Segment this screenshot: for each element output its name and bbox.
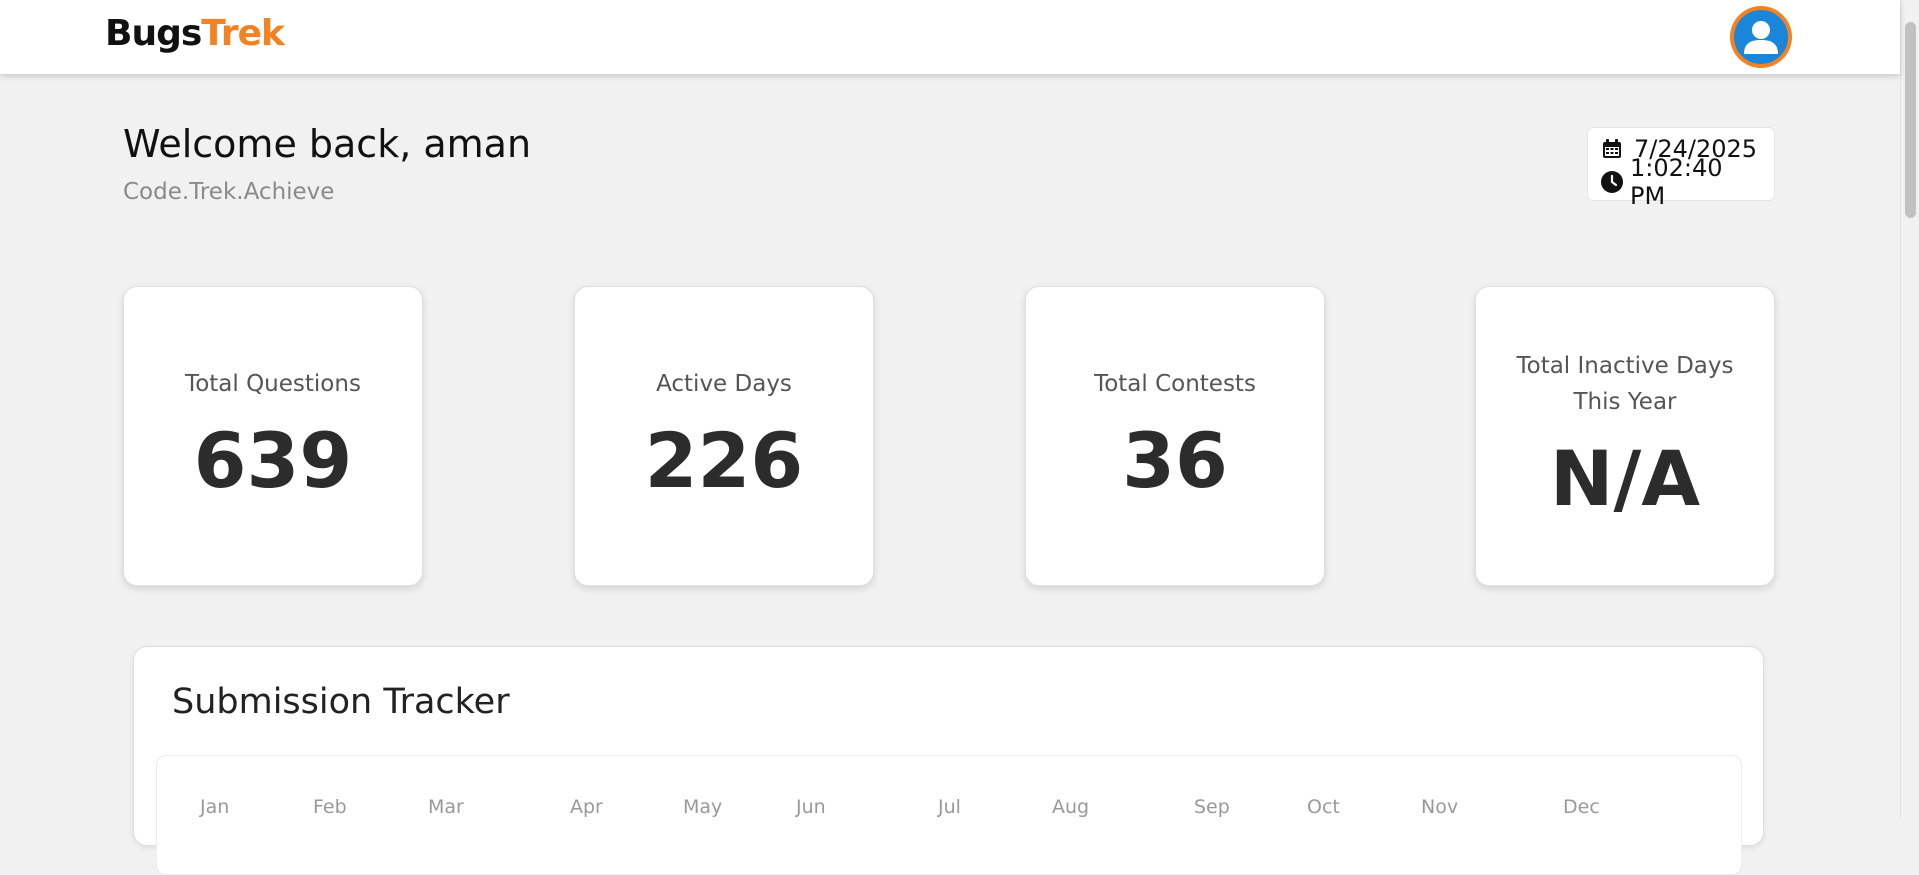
month-label: Mar <box>428 796 464 818</box>
stat-card-inactive-days: Total Inactive Days This Year N/A <box>1475 286 1775 586</box>
stat-value: 226 <box>644 416 804 505</box>
stat-card-total-questions: Total Questions 639 <box>123 286 423 586</box>
time-row: 1:02:40 PM <box>1600 154 1762 210</box>
current-time: 1:02:40 PM <box>1630 153 1723 210</box>
month-label: Apr <box>570 796 603 818</box>
clock-icon <box>1601 170 1623 193</box>
month-label: Oct <box>1307 796 1340 818</box>
month-label: Nov <box>1421 796 1459 818</box>
welcome-heading: Welcome back, aman <box>123 122 532 166</box>
month-label: Feb <box>313 796 347 818</box>
scrollbar-thumb[interactable] <box>1905 22 1916 218</box>
tagline-text: Code.Trek.Achieve <box>123 179 335 205</box>
month-label: Jul <box>938 796 961 818</box>
month-label: Jun <box>796 796 826 818</box>
stat-card-total-contests: Total Contests 36 <box>1025 286 1325 586</box>
stat-value: N/A <box>1549 434 1701 523</box>
stat-label: Total Inactive Days This Year <box>1516 353 1734 415</box>
stat-card-active-days: Active Days 226 <box>574 286 874 586</box>
stat-label: Total Questions <box>185 371 361 397</box>
logo-text-bugs: Bugs <box>105 13 202 54</box>
logo-text-trek: Trek <box>201 13 285 54</box>
stat-value: 639 <box>193 416 353 505</box>
month-label: Sep <box>1194 796 1230 818</box>
month-label: Jan <box>200 796 230 818</box>
submission-heatmap: Jan Feb Mar Apr May Jun Jul Aug Sep Oct … <box>156 755 1742 875</box>
datetime-widget: 7/24/2025 1:02:40 PM <box>1587 127 1775 210</box>
month-label: May <box>683 796 723 818</box>
user-avatar-icon <box>1734 10 1788 64</box>
bugstrek-logo[interactable]: BugsTrek <box>105 13 285 54</box>
page-scrollbar[interactable] <box>1900 0 1919 818</box>
top-navbar: BugsTrek <box>0 0 1900 74</box>
submission-tracker-panel: Submission Tracker Jan Feb Mar Apr May J… <box>133 646 1764 875</box>
stat-label: Total Contests <box>1094 371 1256 397</box>
tracker-title: Submission Tracker <box>172 682 510 722</box>
stat-label: Active Days <box>656 371 792 397</box>
calendar-icon <box>1603 138 1621 158</box>
profile-avatar-button[interactable] <box>1730 6 1792 68</box>
stat-value: 36 <box>1122 416 1228 505</box>
month-label: Aug <box>1052 796 1090 818</box>
month-label: Dec <box>1563 796 1600 818</box>
